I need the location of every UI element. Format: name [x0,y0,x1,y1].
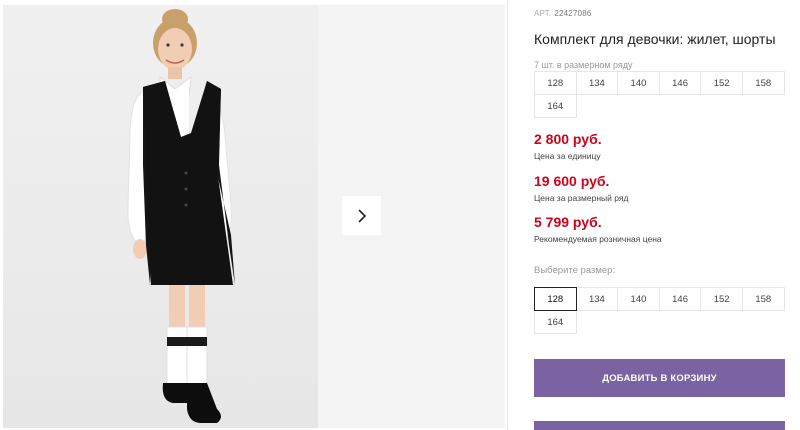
size-option-152[interactable]: 152 [700,287,743,311]
size-option-140[interactable]: 140 [617,287,660,311]
chevron-right-icon [357,208,366,223]
size-range-cell: 152 [700,71,743,95]
size-option-146[interactable]: 146 [658,287,702,311]
size-range-cell: 146 [658,71,702,95]
size-option-128[interactable]: 128 [534,287,577,311]
article-number: АРТ. 22427086 [534,9,592,18]
product-gallery [0,0,505,430]
size-range-cell: 158 [741,71,785,95]
product-info: АРТ. 22427086 Комплект для девочки: жилет… [534,0,800,430]
size-range-cell: 134 [575,71,619,95]
unit-price: 2 800 руб. [534,131,602,147]
product-page: АРТ. 22427086 Комплект для девочки: жилет… [0,0,800,430]
retail-price-label: Рекомендуемая розничная цена [534,234,662,244]
size-option-164[interactable]: 164 [534,310,577,334]
range-price-label: Цена за размерный ряд [534,193,629,203]
size-count-note: 7 шт. в размерном ряду [534,60,633,70]
retail-price: 5 799 руб. [534,214,602,230]
size-range-cell: 140 [617,71,660,95]
panel-divider [507,0,508,430]
range-price: 19 600 руб. [534,173,610,189]
size-range-grid: 128 134 140 146 152 158 164 [534,71,790,118]
product-title: Комплект для девочки: жилет, шорты [534,31,776,47]
choose-size-label: Выберите размер: [534,265,616,276]
article-label: АРТ. [534,9,552,18]
product-photo[interactable] [3,5,318,428]
article-value: 22427086 [554,9,592,18]
size-selector: 128 134 140 146 152 158 164 [534,287,790,334]
size-option-134[interactable]: 134 [575,287,619,311]
size-range-cell: 164 [534,94,577,118]
size-option-158[interactable]: 158 [741,287,785,311]
secondary-action-button[interactable] [534,421,785,430]
gallery-next-button[interactable] [342,196,381,235]
size-range-cell: 128 [534,71,577,95]
add-to-cart-button[interactable]: ДОБАВИТЬ В КОРЗИНУ [534,359,785,397]
unit-price-label: Цена за единицу [534,151,601,161]
girl-in-uniform-illustration [127,9,235,423]
